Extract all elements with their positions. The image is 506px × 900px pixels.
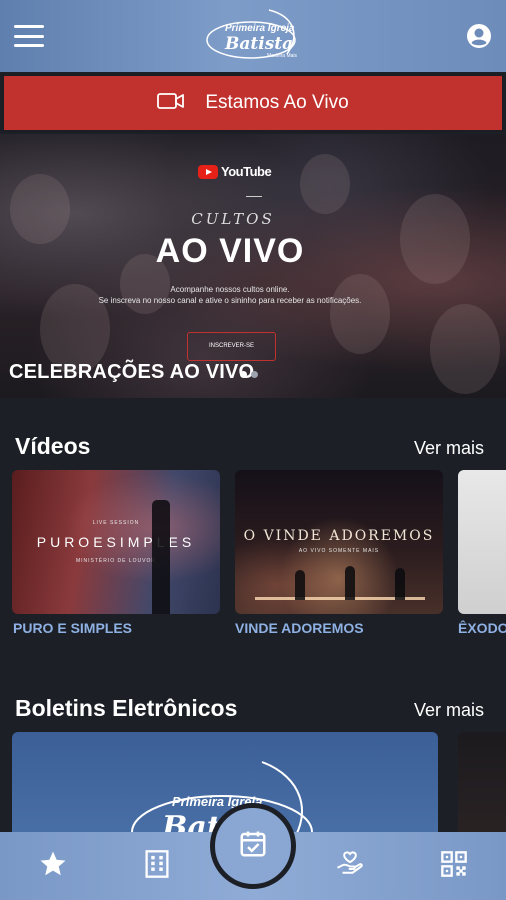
video-card-exodo[interactable] [458, 470, 506, 614]
video-overlay-bottom: MINISTÉRIO DE LOUVOR [75, 558, 156, 564]
subscribe-button[interactable]: INSCREVER-SE [187, 332, 276, 361]
hamburger-menu-icon[interactable] [14, 25, 44, 47]
divider [246, 196, 262, 197]
video-label[interactable]: VINDE ADOREMOS [235, 620, 364, 636]
youtube-play-icon [198, 164, 218, 179]
live-now-banner[interactable]: Estamos Ao Vivo [2, 74, 504, 132]
live-banner-label: Estamos Ao Vivo [205, 92, 349, 113]
performer-silhouette [395, 568, 405, 600]
account-circle-icon[interactable] [466, 23, 492, 49]
logo-line2: Batista [225, 34, 294, 54]
nav-church[interactable] [137, 846, 177, 886]
pager-dot[interactable] [240, 371, 247, 378]
performer-silhouette [152, 500, 170, 614]
youtube-brand: YouTube [221, 164, 272, 179]
video-overlay-title: O VINDE ADOREMOS [243, 528, 435, 544]
qr-code-icon [440, 850, 468, 883]
logo-line3: Madeira Mais [267, 53, 298, 59]
video-overlay-bottom: AO VIVO SOMENTE MAIS [298, 548, 380, 554]
nav-donations[interactable] [330, 846, 370, 886]
hero-headline: AO VIVO [155, 232, 305, 270]
pager-dot[interactable] [251, 371, 258, 378]
logo-line1: Primeira Igreja [225, 23, 295, 34]
church-logo: Primeira Igreja Batista Madeira Mais [205, 6, 309, 66]
hero-eyebrow: CULTOS [191, 210, 275, 228]
hero-carousel[interactable]: YouTube CULTOS AO VIVO Acompanhe nossos … [0, 134, 506, 398]
hero-subtitle-line1: Acompanhe nossos cultos online. [170, 285, 290, 294]
calendar-check-icon [238, 829, 268, 864]
nav-favorites[interactable] [33, 846, 73, 886]
video-card-vinde-adoremos[interactable]: O VINDE ADOREMOS AO VIVO SOMENTE MAIS [235, 470, 443, 614]
youtube-logo: YouTube [198, 164, 272, 179]
videos-section-title: Vídeos [15, 433, 91, 459]
heart-hand-icon [335, 849, 365, 884]
building-icon [143, 849, 171, 884]
performer-silhouette [295, 570, 305, 600]
video-label[interactable]: ÊXODO [458, 620, 506, 636]
hero-caption: CELEBRAÇÕES AO VIVO [9, 361, 255, 383]
video-camera-icon [157, 92, 185, 115]
hero-subtitle-line2: Se inscreva no nosso canal e ative o sin… [98, 296, 362, 305]
performer-silhouette [345, 566, 355, 600]
video-overlay-title: PUROESIMPLES [36, 534, 196, 550]
bulletin-card[interactable] [458, 732, 506, 842]
video-card-puro-e-simples[interactable]: LIVE SESSION PUROESIMPLES MINISTÉRIO DE … [12, 470, 220, 614]
nav-schedule-button[interactable] [210, 803, 296, 889]
hero-subtitle: Acompanhe nossos cultos online. Se inscr… [0, 284, 460, 306]
star-icon [38, 849, 68, 884]
videos-see-more-link[interactable]: Ver mais [414, 438, 484, 459]
app-header: Primeira Igreja Batista Madeira Mais [0, 0, 506, 72]
video-overlay-top: LIVE SESSION [92, 520, 140, 526]
carousel-pager [240, 371, 258, 378]
nav-qr-code[interactable] [434, 846, 474, 886]
bulletins-see-more-link[interactable]: Ver mais [414, 700, 484, 721]
bulletins-section-title: Boletins Eletrônicos [15, 695, 238, 721]
video-label[interactable]: PURO E SIMPLES [13, 620, 132, 636]
